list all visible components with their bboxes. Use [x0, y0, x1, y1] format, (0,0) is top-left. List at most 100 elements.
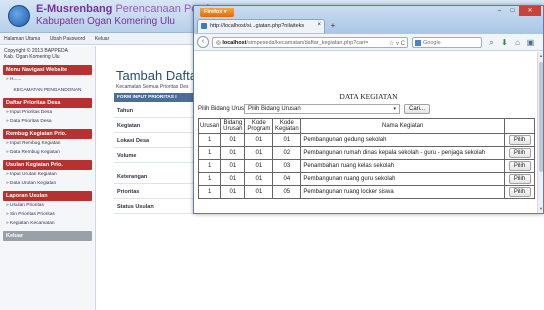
sidebar-item-home[interactable]: » H...... [0, 75, 95, 84]
pilih-button[interactable]: Pilih [508, 161, 531, 171]
close-tab-icon[interactable]: × [317, 22, 321, 28]
scrollbar-thumb[interactable] [539, 62, 543, 172]
select-value: Pilih Bidang Urusan [248, 106, 301, 112]
sidebar-item-data-prioritas[interactable]: » Data Prioritas Desa [0, 117, 95, 126]
cell-program: 01 [244, 159, 274, 173]
scroll-down-icon[interactable]: ▼ [538, 206, 544, 212]
back-arrow-icon[interactable]: ‹ [197, 36, 209, 48]
new-tab-icon[interactable]: + [328, 21, 338, 32]
web-search-field[interactable]: Google [412, 37, 482, 48]
url-bar[interactable]: ◎ localhost/simpeseda/kecamatan/daftar_k… [212, 37, 408, 48]
cell-program: 01 [244, 172, 274, 186]
nav-change-password-link[interactable]: Ubah Password [46, 33, 89, 45]
sidebar-item-sin-prioritas[interactable]: » Sin Prioritas Prioritas [0, 210, 95, 219]
cell-urusan: 1 [197, 146, 222, 160]
search-icon[interactable]: ⌕ [486, 37, 497, 48]
cell-urusan: 1 [197, 133, 222, 147]
cell-bidang: 01 [220, 133, 246, 147]
app-title-main: E-Musrenbang [36, 3, 113, 15]
table-row: 1 01 01 03 Penambahan ruang kelas sekola… [197, 159, 535, 173]
url-path: /simpeseda/kecamatan/daftar_kegiatan.php… [246, 40, 369, 46]
chevron-down-icon: ▾ [393, 106, 396, 112]
sidebar-item-data-rembug[interactable]: » Data Rembug Kegiatan [0, 148, 95, 157]
sidebar: Copyright © 2013 BAPPEDA Kab. Ogan Komer… [0, 46, 96, 310]
cell-nama: Pembangunan rumah dinas kepala sekolah -… [300, 146, 505, 160]
sidebar-item-input-prioritas[interactable]: » Input Prioritas Desa [0, 108, 95, 117]
cell-urusan: 1 [197, 172, 222, 186]
popup-browser-window: Firefox ▾ – □ ✕ http://localhost/si...gi… [193, 5, 544, 214]
google-search-icon [415, 40, 421, 46]
pilih-button[interactable]: Pilih [508, 174, 531, 184]
cell-nama: Pembangunan ruang locker siswa [300, 185, 505, 199]
bidang-urusan-select[interactable]: Pilih Bidang Urusan ▾ [244, 104, 400, 114]
minimize-icon[interactable]: – [493, 6, 506, 16]
col-header-program: Kode Program [244, 118, 274, 134]
pilih-button[interactable]: Pilih [508, 187, 531, 197]
sidebar-heading-keluar[interactable]: Keluar [3, 231, 92, 241]
sidebar-item-kegiatan-kecamatan[interactable]: » Kegiatan Kecamatan [0, 219, 95, 228]
kegiatan-table: Urusan Bidang Urusan Kode Program Kode K… [197, 118, 535, 199]
sidebar-item-input-urutan[interactable]: » Input Urutan Kegiatan [0, 170, 95, 179]
col-header-action [504, 118, 535, 134]
vertical-scrollbar[interactable]: ▲ ▼ [537, 52, 543, 213]
firefox-menu-button[interactable]: Firefox ▾ [200, 8, 234, 17]
kabupaten-logo-icon [8, 5, 30, 27]
filter-label: Pilih Bidang Urusan [198, 106, 251, 112]
sidebar-item-input-rembug[interactable]: » Input Rembug Kegiatan [0, 139, 95, 148]
nav-logout-link[interactable]: Keluar [91, 33, 113, 45]
cell-action: Pilih [504, 146, 535, 160]
col-header-bidang: Bidang Urusan [220, 118, 246, 134]
cell-nama: Penambahan ruang kelas sekolah [300, 159, 505, 173]
cell-action: Pilih [504, 172, 535, 186]
data-kegiatan-heading: DATA KEGIATAN [339, 92, 398, 101]
popup-page-content: DATA KEGIATAN Pilih Bidang Urusan Pilih … [194, 52, 543, 213]
sidebar-heading-urutan: Usulan Kegiatan Prio. [3, 160, 92, 170]
pilih-button[interactable]: Pilih [508, 135, 531, 145]
cell-nama: Pembangunan ruang guru sekolah [300, 172, 505, 186]
cari-button[interactable]: Cari... [404, 104, 430, 114]
url-host: localhost [222, 40, 247, 46]
cell-bidang: 01 [220, 159, 246, 173]
page-title: Tambah Dafta [116, 68, 197, 83]
col-header-kegiatan: Kode Kegiatan [272, 118, 302, 134]
window-controls: – □ ✕ [493, 6, 541, 17]
tab-title: http://localhost/si...giatan.php?nilaite… [210, 23, 305, 29]
menu-icon[interactable]: ▣ [525, 37, 536, 48]
sidebar-heading-rembug: Rembug Kegiatan Prio. [3, 129, 92, 139]
cell-urusan: 1 [197, 185, 222, 199]
sidebar-heading-prioritas-desa: Daftar Prioritas Desa [3, 98, 92, 108]
nav-home-link[interactable]: Halaman Utama [0, 33, 44, 45]
download-icon[interactable]: ⬇ [499, 37, 510, 48]
cell-kegiatan: 01 [272, 133, 302, 147]
cell-bidang: 01 [220, 185, 246, 199]
browser-tab-active[interactable]: http://localhost/si...giatan.php?nilaite… [197, 19, 325, 33]
scroll-up-icon[interactable]: ▲ [538, 53, 544, 59]
table-row: 1 01 01 01 Pembangunan gedung sekolah Pi… [197, 133, 535, 147]
cell-urusan: 1 [197, 159, 222, 173]
cell-action: Pilih [504, 133, 535, 147]
cell-program: 01 [244, 185, 274, 199]
col-header-nama: Nama Kegiatan [300, 118, 505, 134]
browser-tab-strip: Firefox ▾ – □ ✕ http://localhost/si...gi… [194, 6, 543, 34]
app-subtitle: Kabupaten Ogan Komering Ulu [36, 16, 175, 27]
cell-nama: Pembangunan gedung sekolah [300, 133, 505, 147]
cell-program: 01 [244, 146, 274, 160]
home-icon[interactable]: ⌂ [512, 37, 523, 48]
cell-program: 01 [244, 133, 274, 147]
page-subtitle: Kecamatan Semua Prioritas Des [116, 84, 189, 90]
table-header-row: Urusan Bidang Urusan Kode Program Kode K… [197, 118, 535, 134]
sidebar-heading-navigasi: Menu Navigasi Website [3, 65, 92, 75]
sidebar-item-data-urutan[interactable]: » Data Urutan Kegiatan [0, 179, 95, 188]
sidebar-item-usulan-prioritas[interactable]: » Usulan Prioritas [0, 201, 95, 210]
maximize-icon[interactable]: □ [506, 6, 519, 16]
pilih-button[interactable]: Pilih [508, 148, 531, 158]
cell-kegiatan: 03 [272, 159, 302, 173]
cell-action: Pilih [504, 159, 535, 173]
cell-bidang: 01 [220, 146, 246, 160]
page-favicon-icon [201, 23, 207, 29]
bookmark-star-icon[interactable]: ☆ ▿ C [389, 40, 405, 47]
table-row: 1 01 01 04 Pembangunan ruang guru sekola… [197, 172, 535, 186]
close-window-icon[interactable]: ✕ [519, 6, 541, 16]
table-row: 1 01 01 05 Pembangunan ruang locker sisw… [197, 185, 535, 199]
cell-kegiatan: 02 [272, 146, 302, 160]
